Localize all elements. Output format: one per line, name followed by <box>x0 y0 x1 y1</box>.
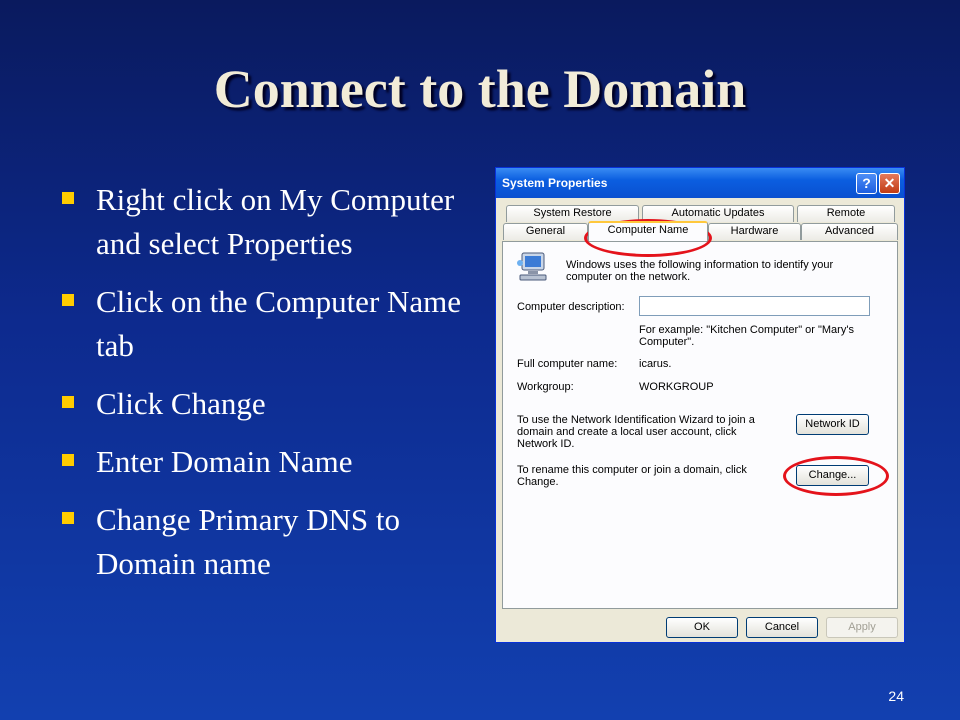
workgroup-label: Workgroup: <box>517 381 574 393</box>
apply-button: Apply <box>826 617 898 638</box>
bullet-list: Right click on My Computer and select Pr… <box>58 178 478 600</box>
tab-advanced[interactable]: Advanced <box>801 223 898 240</box>
bullet-item: Change Primary DNS to Domain name <box>58 498 478 586</box>
tab-remote[interactable]: Remote <box>797 205 895 222</box>
bullet-text: Click Change <box>96 386 266 421</box>
dialog-title: System Properties <box>502 176 608 190</box>
bullet-item: Click Change <box>58 382 478 426</box>
dialog-titlebar[interactable]: System Properties ? ✕ <box>496 168 904 198</box>
help-icon[interactable]: ? <box>856 173 877 194</box>
highlight-ellipse-change <box>783 456 889 496</box>
close-icon[interactable]: ✕ <box>879 173 900 194</box>
ok-button[interactable]: OK <box>666 617 738 638</box>
slide-title: Connect to the Domain <box>213 59 747 119</box>
bullet-marker <box>62 512 74 524</box>
bullet-marker <box>62 192 74 204</box>
bullet-text: Click on the Computer Name tab <box>96 284 462 363</box>
computer-description-label: Computer description: <box>517 301 625 313</box>
bullet-marker <box>62 396 74 408</box>
bullet-text: Right click on My Computer and select Pr… <box>96 182 455 261</box>
bullet-item: Click on the Computer Name tab <box>58 280 478 368</box>
cancel-button[interactable]: Cancel <box>746 617 818 638</box>
tab-computer-name[interactable]: Computer Name <box>588 221 708 241</box>
full-computer-name-label: Full computer name: <box>517 358 618 370</box>
bullet-marker <box>62 294 74 306</box>
network-id-text: To use the Network Identification Wizard… <box>517 414 755 450</box>
example-text: For example: "Kitchen Computer" or "Mary… <box>639 324 854 348</box>
bullet-text: Enter Domain Name <box>96 444 353 479</box>
tab-hardware[interactable]: Hardware <box>708 223 801 240</box>
full-computer-name-value: icarus. <box>639 358 672 370</box>
tab-general[interactable]: General <box>503 223 588 240</box>
page-number: 24 <box>888 688 904 704</box>
computer-description-input[interactable] <box>639 296 870 316</box>
bullet-item: Enter Domain Name <box>58 440 478 484</box>
computer-network-icon <box>517 252 547 281</box>
system-properties-dialog: System Properties ? ✕ System Restore Aut… <box>495 167 905 643</box>
tab-system-restore[interactable]: System Restore <box>506 205 639 222</box>
bullet-text: Change Primary DNS to Domain name <box>96 502 400 581</box>
intro-text: Windows uses the following information t… <box>566 259 834 283</box>
network-id-button[interactable]: Network ID <box>796 414 869 435</box>
bullet-item: Right click on My Computer and select Pr… <box>58 178 478 266</box>
rename-text: To rename this computer or join a domain… <box>517 464 747 488</box>
workgroup-value: WORKGROUP <box>639 381 714 393</box>
bullet-marker <box>62 454 74 466</box>
